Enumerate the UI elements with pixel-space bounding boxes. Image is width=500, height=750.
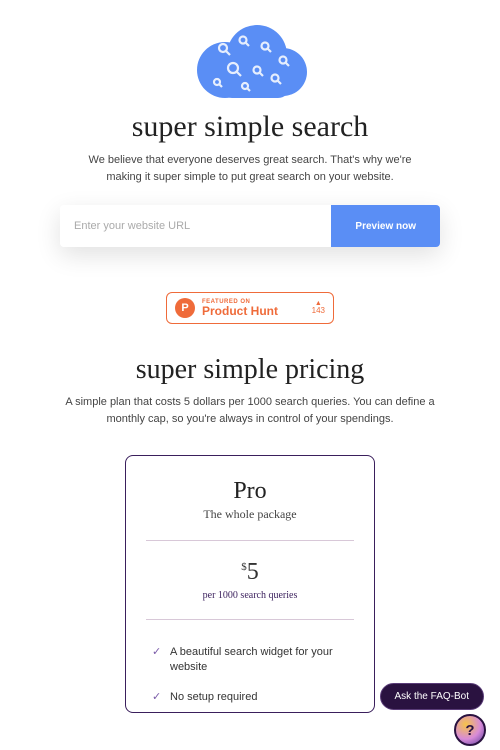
price-unit: per 1000 search queries bbox=[146, 590, 354, 601]
plan-tagline: The whole package bbox=[146, 507, 354, 522]
pricing-plan-card: Pro The whole package $5 per 1000 search… bbox=[125, 455, 375, 713]
cloud-logo bbox=[185, 20, 315, 105]
product-hunt-badge[interactable]: P FEATURED ON Product Hunt ▲ 143 bbox=[166, 292, 334, 324]
ph-upvote-count: 143 bbox=[312, 306, 325, 315]
product-hunt-logo-icon: P bbox=[175, 298, 195, 318]
pricing-title: super simple pricing bbox=[30, 354, 470, 386]
plan-feature: A beautiful search widget for your websi… bbox=[150, 638, 350, 683]
plan-price: $5 bbox=[146, 559, 354, 586]
plan-name: Pro bbox=[146, 478, 354, 505]
faq-bot-button[interactable]: Ask the FAQ-Bot bbox=[380, 683, 484, 710]
faq-bot-launcher-icon[interactable]: ? bbox=[454, 714, 486, 746]
url-preview-form: Preview now bbox=[60, 205, 440, 247]
product-hunt-text: FEATURED ON Product Hunt bbox=[202, 299, 305, 317]
ph-name: Product Hunt bbox=[202, 305, 305, 317]
question-mark-icon: ? bbox=[465, 722, 474, 739]
url-input[interactable] bbox=[60, 205, 331, 247]
plan-feature: No setup required bbox=[150, 683, 350, 712]
plan-features-list: A beautiful search widget for your websi… bbox=[146, 638, 354, 712]
price-amount: 5 bbox=[247, 559, 259, 585]
ph-upvotes: ▲ 143 bbox=[312, 300, 325, 316]
pricing-subtitle: A simple plan that costs 5 dollars per 1… bbox=[60, 394, 440, 427]
preview-button[interactable]: Preview now bbox=[331, 205, 440, 247]
hero-subtitle: We believe that everyone deserves great … bbox=[85, 152, 415, 185]
divider bbox=[146, 619, 354, 620]
price-currency: $ bbox=[241, 561, 247, 573]
hero-title: super simple search bbox=[30, 110, 470, 144]
divider bbox=[146, 540, 354, 541]
